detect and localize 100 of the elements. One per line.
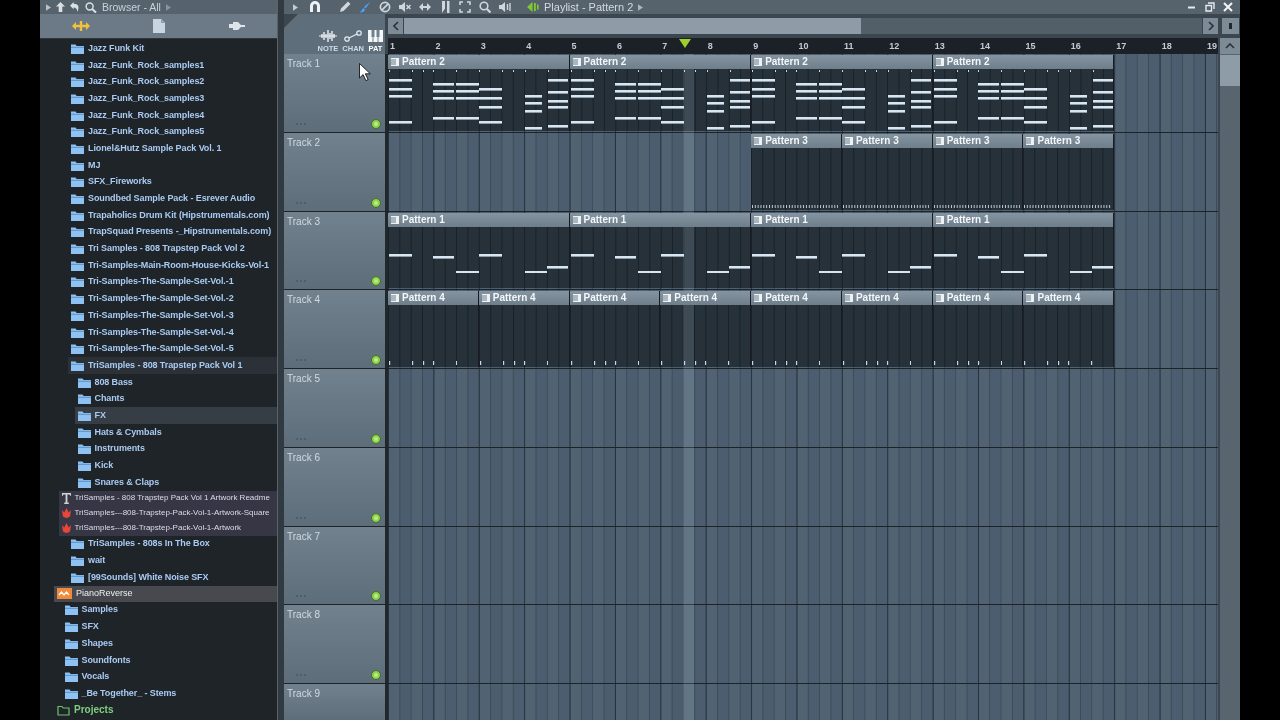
speaker-icon[interactable]	[499, 1, 511, 13]
double-arrow-icon[interactable]	[419, 1, 431, 13]
pattern-clip[interactable]: Pattern 1	[932, 212, 1115, 289]
folder-item[interactable]: Soundbed Sample Pack - Esrever Audio	[71, 190, 256, 207]
bar-number: 5	[570, 41, 577, 51]
up-arrow-icon[interactable]	[56, 2, 65, 12]
folder-icon	[77, 393, 91, 405]
mute-switch[interactable]	[371, 670, 381, 680]
folder-item[interactable]: Tri-Samples-Main-Room-House-Kicks-Vol-1	[71, 256, 269, 274]
folder-icon	[71, 555, 84, 567]
pattern-name: Pattern 1	[402, 214, 445, 225]
corner-button[interactable]	[1221, 18, 1239, 34]
knife-icon[interactable]	[439, 1, 451, 13]
piano-icon	[368, 29, 383, 42]
folder-icon	[71, 159, 84, 171]
note-preview-drawing	[842, 361, 912, 366]
folder-item[interactable]: Jazz_Funk_Rock_samples5	[71, 123, 205, 141]
document-icon[interactable]	[153, 19, 166, 33]
folder-item[interactable]: MJ	[71, 156, 101, 174]
mute-icon[interactable]	[399, 1, 411, 13]
folder-item[interactable]: Shapes	[64, 635, 113, 652]
folder-item[interactable]: [99Sounds] White Noise SFX	[71, 568, 209, 586]
folder-item[interactable]: Lionel&Hutz Sample Pack Vol. 1	[71, 140, 222, 157]
bar-icon	[1228, 23, 1232, 29]
folder-item[interactable]: TriSamples - 808 Trapstep Pack Vol 1	[68, 357, 277, 374]
pattern-clip[interactable]: Pattern 2	[569, 55, 752, 131]
title-arrow-icon[interactable]	[638, 3, 644, 11]
brush-icon[interactable]	[359, 1, 371, 13]
playhead-marker[interactable]	[679, 39, 692, 48]
folder-item[interactable]: Tri Samples - 808 Trapstep Pack Vol 2	[71, 240, 245, 257]
scrollbar-thumb[interactable]	[404, 18, 861, 34]
scroll-up-button[interactable]	[1220, 38, 1240, 54]
mute-switch[interactable]	[371, 276, 381, 287]
folder-item[interactable]: Tri-Samples-The-Sample-Set-Vol.-2	[71, 290, 234, 307]
folder-item[interactable]: wait	[71, 552, 106, 569]
arrows-icon[interactable]	[71, 20, 90, 32]
mute-switch[interactable]	[371, 118, 381, 129]
mute-switch[interactable]	[371, 591, 381, 602]
mute-switch[interactable]	[371, 512, 381, 523]
horizontal-scrollbar[interactable]	[404, 18, 1202, 34]
magnet-icon[interactable]	[309, 1, 321, 13]
track-name: Track 8	[287, 609, 320, 621]
folder-icon	[71, 42, 84, 54]
file-item[interactable]: PianoReverse	[54, 585, 277, 602]
pattern-name: Pattern 4	[765, 293, 808, 304]
folder-item[interactable]: Vocals	[64, 668, 110, 686]
mute-switch[interactable]	[371, 197, 381, 208]
folder-icon	[71, 193, 84, 205]
folder-item[interactable]: Snares & Claps	[77, 473, 160, 491]
folder-item[interactable]: Tri-Samples-The-Sample-Set-Vol.-5	[71, 340, 234, 358]
folder-icon	[77, 443, 91, 455]
folder-item[interactable]: Projects	[57, 701, 114, 719]
menu-arrow-icon[interactable]	[293, 3, 298, 11]
file-item[interactable]: TriSamples - 808 Trapstep Pack Vol 1 Artwork Readme	[58, 490, 277, 506]
window-title: Playlist - Pattern 2	[544, 1, 634, 13]
bar-number: 19	[1206, 41, 1218, 51]
folder-item[interactable]: Jazz_Funk_Rock_samples3	[71, 90, 205, 107]
scroll-left-button[interactable]	[388, 18, 403, 34]
play-bars-icon	[527, 1, 539, 13]
folder-item[interactable]: TrapSquad Presents -_Hipstrumentals.com)	[71, 223, 272, 241]
scroll-right-button[interactable]	[1203, 18, 1218, 34]
folder-item[interactable]: Tri-Samples-The-Sample-Set-Vol.-3	[71, 307, 234, 324]
menu-arrow-icon[interactable]	[46, 3, 51, 11]
back-arrow-icon[interactable]	[70, 2, 80, 12]
folder-item[interactable]: Jazz_Funk_Rock_samples1	[71, 56, 205, 74]
close-icon[interactable]	[1223, 2, 1233, 12]
folder-item[interactable]: TriSamples - 808s In The Box	[71, 535, 210, 553]
mute-switch[interactable]	[371, 433, 381, 444]
folder-item[interactable]: _Be Together_ - Stems	[64, 685, 177, 702]
folder-item[interactable]: Trapaholics Drum Kit (Hipstrumentals.com)	[71, 206, 270, 224]
wave-icon	[317, 29, 338, 42]
folder-item[interactable]: Kick	[77, 457, 114, 474]
mute-switch[interactable]	[371, 355, 381, 365]
folder-item[interactable]: SFX	[64, 618, 99, 635]
folder-item[interactable]: Tri-Samples-The-Sample-Set-Vol.-4	[71, 323, 234, 341]
zoom-icon[interactable]	[479, 1, 491, 13]
folder-item[interactable]: Soundfonts	[64, 651, 131, 669]
folder-item[interactable]: Jazz Funk Kit	[71, 40, 145, 57]
folder-icon	[64, 621, 78, 633]
pattern-name: Pattern 4	[946, 293, 990, 304]
plug-icon[interactable]	[229, 20, 246, 32]
folder-item[interactable]: Tri-Samples-The-Sample-Set-Vol.-1	[71, 273, 234, 291]
scrollbar-thumb[interactable]	[1220, 55, 1240, 86]
folder-item[interactable]: 808 Bass	[77, 373, 133, 391]
folder-item[interactable]: SFX_Fireworks	[71, 173, 152, 191]
folder-item[interactable]: Hats & Cymbals	[77, 423, 162, 441]
folder-item[interactable]: FX	[74, 407, 277, 424]
folder-icon	[71, 92, 84, 104]
search-icon[interactable]	[85, 1, 97, 13]
folder-item[interactable]: Samples	[64, 601, 118, 619]
bar-number: 2	[434, 41, 441, 51]
folder-item[interactable]: Instruments	[77, 440, 145, 458]
folder-item[interactable]: Jazz_Funk_Rock_samples2	[71, 73, 205, 91]
prohibit-icon[interactable]	[379, 1, 391, 13]
folder-icon	[71, 59, 84, 71]
folder-item[interactable]: Chants	[77, 390, 125, 408]
restore-icon[interactable]	[1205, 2, 1215, 12]
folder-item[interactable]: Jazz_Funk_Rock_samples4	[71, 106, 205, 124]
select-icon[interactable]	[459, 1, 471, 13]
track-name: Track 1	[287, 58, 320, 69]
